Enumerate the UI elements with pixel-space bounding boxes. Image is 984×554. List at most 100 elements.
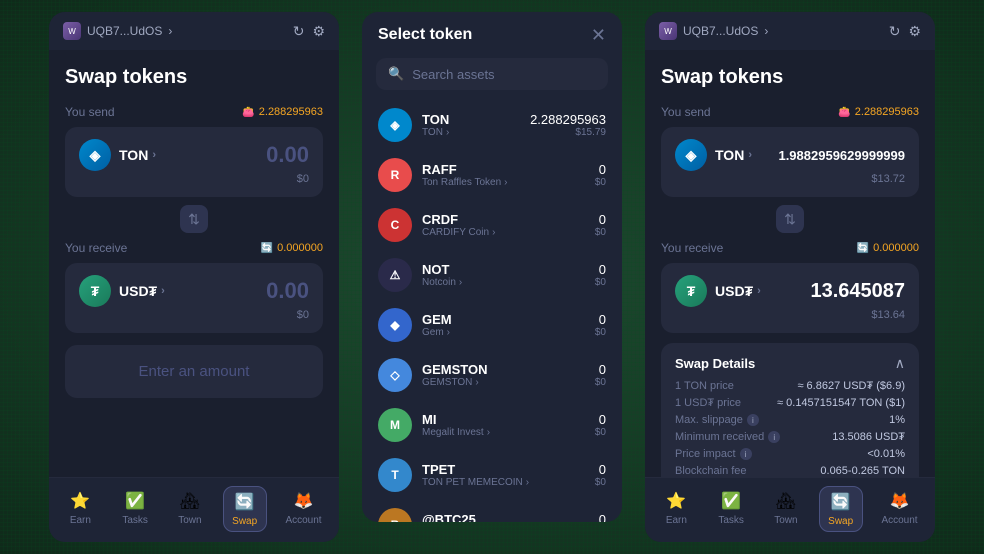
right-usdt-selector[interactable]: ₮ USD₮ ›: [675, 275, 761, 307]
token-sub-5: GEMSTON ›: [422, 377, 488, 388]
token-logo-8: B: [378, 508, 412, 522]
left-ton-selector[interactable]: ◈ TON ›: [79, 139, 156, 171]
token-right-8: 0 $0: [595, 512, 606, 522]
right-send-balance: 👛 2.288295963: [838, 106, 919, 118]
nav-tasks-right[interactable]: ✅ Tasks: [709, 486, 753, 532]
left-send-amount[interactable]: 0.00: [266, 142, 309, 168]
earn-label-left: Earn: [70, 515, 91, 526]
token-list-item-ton[interactable]: ◈ TON TON › 2.288295963 $15.79: [366, 100, 618, 150]
token-usd-7: $0: [595, 477, 606, 488]
nav-earn-right[interactable]: ⭐ Earn: [654, 486, 698, 532]
receive-icon-right: 🔄: [857, 243, 869, 254]
you-send-text-right: You send: [661, 105, 711, 119]
wallet-icon-left: W: [63, 22, 81, 40]
info-dot-3[interactable]: i: [768, 431, 780, 443]
token-list-item-gem[interactable]: ◆ GEM Gem › 0 $0: [366, 300, 618, 350]
settings-icon-left[interactable]: ⚙: [312, 23, 325, 40]
search-icon: 🔍: [388, 66, 404, 82]
nav-tasks-left[interactable]: ✅ Tasks: [113, 486, 157, 532]
token-sub-chevron-2: ›: [492, 227, 495, 238]
token-sub-chevron-7: ›: [526, 477, 529, 488]
town-icon-right: 🏘: [775, 490, 797, 512]
token-list-item-mi[interactable]: M MI Megalit Invest › 0 $0: [366, 400, 618, 450]
wallet-small-icon: 👛: [242, 107, 254, 118]
swap-dir-btn-right[interactable]: ⇅: [776, 205, 804, 233]
token-right-4: 0 $0: [595, 312, 606, 338]
nav-account-right[interactable]: 🦊 Account: [873, 486, 925, 532]
nav-town-left[interactable]: 🏘 Town: [168, 486, 212, 532]
token-name-7: TPET: [422, 462, 529, 477]
left-bottom-nav: ⭐ Earn ✅ Tasks 🏘 Town 🔄 Swap 🦊 Account: [49, 477, 339, 542]
token-right-3: 0 $0: [595, 262, 606, 288]
right-receive-row: ₮ USD₮ › 13.645087: [675, 275, 905, 307]
token-list-item-crdf[interactable]: C CRDF CARDIFY Coin › 0 $0: [366, 200, 618, 250]
refresh-icon-left[interactable]: ↻: [293, 23, 305, 40]
wallet-id-right[interactable]: W UQB7...UdOS ›: [659, 22, 768, 40]
token-list: ◈ TON TON › 2.288295963 $15.79 R RAFF To…: [362, 100, 622, 522]
token-list-item-not[interactable]: ⚠ NOT Notcoin › 0 $0: [366, 250, 618, 300]
detail-value-2: 1%: [889, 414, 905, 426]
token-info-7: TPET TON PET MEMECOIN ›: [422, 462, 529, 488]
info-dot-4[interactable]: i: [740, 448, 752, 460]
account-icon-right: 🦊: [889, 490, 911, 512]
token-info-5: GEMSTON GEMSTON ›: [422, 362, 488, 388]
right-ton-selector[interactable]: ◈ TON ›: [675, 139, 752, 171]
detail-label-3: Minimum receivedi: [675, 431, 780, 443]
detail-label-2: Max. slippagei: [675, 414, 759, 426]
token-name-4: GEM: [422, 312, 452, 327]
ton-logo-right: ◈: [675, 139, 707, 171]
detail-value-1: ≈ 0.1457151547 TON ($1): [777, 397, 905, 409]
swap-direction-left: ⇅: [65, 205, 323, 233]
wallet-id-left[interactable]: W UQB7...UdOS ›: [63, 22, 172, 40]
token-balance-2: 0: [595, 212, 606, 227]
settings-icon-right[interactable]: ⚙: [908, 23, 921, 40]
swap-dir-btn-left[interactable]: ⇅: [180, 205, 208, 233]
swap-detail-row-1: 1 USD₮ price ≈ 0.1457151547 TON ($1): [675, 397, 905, 409]
right-send-amount[interactable]: 1.9882959629999999: [778, 148, 905, 163]
token-sub-1: Ton Raffles Token ›: [422, 177, 507, 188]
token-logo-7: T: [378, 458, 412, 492]
token-list-item-tpet[interactable]: T TPET TON PET MEMECOIN › 0 $0: [366, 450, 618, 500]
usdt-logo-left: ₮: [79, 275, 111, 307]
token-balance-0: 2.288295963: [530, 112, 606, 127]
token-left-0: ◈ TON TON ›: [378, 108, 449, 142]
enter-amount-btn[interactable]: Enter an amount: [65, 345, 323, 398]
token-list-item-raff[interactable]: R RAFF Ton Raffles Token › 0 $0: [366, 150, 618, 200]
nav-swap-left[interactable]: 🔄 Swap: [223, 486, 267, 532]
wallet-address-left: UQB7...UdOS: [87, 24, 162, 38]
token-balance-4: 0: [595, 312, 606, 327]
token-right-6: 0 $0: [595, 412, 606, 438]
right-receive-amount: 13.645087: [810, 280, 905, 303]
town-label-right: Town: [774, 515, 797, 526]
nav-town-right[interactable]: 🏘 Town: [764, 486, 808, 532]
token-right-7: 0 $0: [595, 462, 606, 488]
token-balance-6: 0: [595, 412, 606, 427]
header-actions-right: ↻ ⚙: [889, 23, 921, 40]
token-sub-chevron-0: ›: [446, 127, 449, 138]
nav-account-left[interactable]: 🦊 Account: [277, 486, 329, 532]
left-receive-row: ₮ USD₮ › 0.00: [79, 275, 309, 307]
token-search-box[interactable]: 🔍 Search assets: [376, 58, 608, 90]
swap-direction-right: ⇅: [661, 205, 919, 233]
left-header: W UQB7...UdOS › ↻ ⚙: [49, 12, 339, 50]
token-sub-chevron-5: ›: [475, 377, 478, 388]
modal-close-btn[interactable]: ✕: [591, 26, 606, 44]
nav-earn-left[interactable]: ⭐ Earn: [58, 486, 102, 532]
token-logo-1: R: [378, 158, 412, 192]
left-usdt-selector[interactable]: ₮ USD₮ ›: [79, 275, 165, 307]
search-input[interactable]: Search assets: [412, 67, 494, 82]
left-receive-label: You receive 🔄 0.000000: [65, 241, 323, 255]
token-list-item-btc25[interactable]: B @BTC25 @BTC25 MEMECOIN TonMiner › 0 $0: [366, 500, 618, 522]
token-name-3: NOT: [422, 262, 462, 277]
left-send-label: You send 👛 2.288295963: [65, 105, 323, 119]
refresh-icon-right[interactable]: ↻: [889, 23, 901, 40]
nav-swap-right[interactable]: 🔄 Swap: [819, 486, 863, 532]
token-name-2: CRDF: [422, 212, 495, 227]
token-list-item-gemston[interactable]: ◇ GEMSTON GEMSTON › 0 $0: [366, 350, 618, 400]
swap-details-chevron[interactable]: ∧: [895, 355, 905, 372]
right-send-usd: $13.72: [675, 173, 905, 185]
wallet-icon-send-right: 👛: [838, 107, 850, 118]
info-dot-2[interactable]: i: [747, 414, 759, 426]
swap-label-left: Swap: [232, 516, 257, 527]
usdt-label-right: USD₮: [715, 283, 753, 299]
